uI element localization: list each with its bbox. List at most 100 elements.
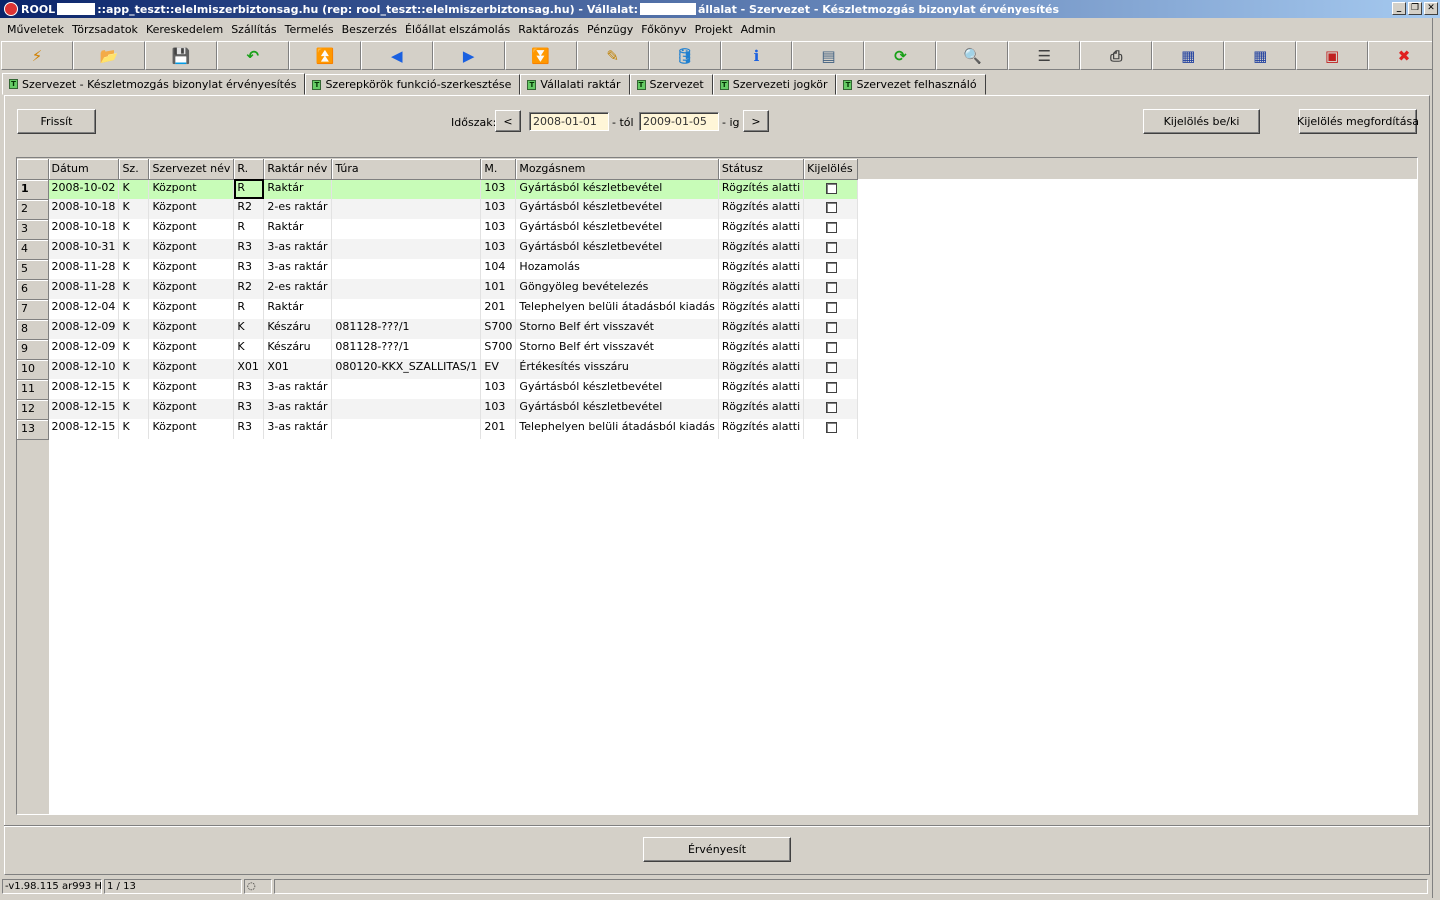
- table-cell[interactable]: X01: [233, 359, 265, 379]
- row-number[interactable]: 7: [17, 299, 49, 320]
- row-number[interactable]: 2: [17, 199, 49, 220]
- table-cell[interactable]: Gyártásból készletbevétel: [515, 399, 719, 419]
- table-cell[interactable]: [331, 279, 482, 299]
- grid-export-button[interactable]: ▦: [1152, 41, 1225, 70]
- table-cell[interactable]: [331, 219, 482, 239]
- table-cell[interactable]: Központ: [148, 399, 235, 419]
- table-cell[interactable]: K: [118, 179, 150, 199]
- table-cell[interactable]: K: [118, 319, 150, 339]
- close-button[interactable]: ✖: [1368, 41, 1440, 70]
- table-cell[interactable]: 101: [480, 279, 517, 299]
- close-window-button[interactable]: ✕: [1424, 2, 1438, 15]
- table-cell[interactable]: R2: [233, 199, 265, 219]
- refresh-button[interactable]: Frissít: [17, 109, 96, 134]
- save-button[interactable]: 💾: [144, 41, 217, 70]
- table-cell[interactable]: [331, 179, 482, 199]
- table-cell[interactable]: K: [233, 339, 265, 359]
- column-header[interactable]: Dátum: [48, 159, 120, 180]
- column-header[interactable]: Mozgásnem: [515, 159, 719, 180]
- menu-item[interactable]: Kereskedelem: [142, 23, 227, 36]
- select-checkbox[interactable]: [826, 262, 838, 273]
- table-cell[interactable]: 2008-12-15: [48, 399, 120, 419]
- select-checkbox[interactable]: [826, 182, 838, 194]
- table-cell[interactable]: [331, 379, 482, 399]
- table-row[interactable]: 12 2008-12-15 K Központ R3 3-as raktár 103 Gyár…: [17, 399, 859, 420]
- table-cell[interactable]: R: [233, 219, 265, 239]
- table-cell[interactable]: Rögzítés alatti: [718, 259, 805, 279]
- rows-button[interactable]: ☰: [1008, 41, 1081, 70]
- table-row[interactable]: 11 2008-12-15 K Központ R3 3-as raktár 103 Gyár…: [17, 379, 859, 400]
- menu-item[interactable]: Raktározás: [514, 23, 583, 36]
- date-to-input[interactable]: 2009-01-05: [639, 112, 719, 131]
- prev-period-button[interactable]: <: [495, 110, 521, 132]
- menu-item[interactable]: Műveletek: [3, 23, 68, 36]
- tab[interactable]: T Szervezet: [629, 74, 713, 95]
- select-checkbox[interactable]: [826, 302, 838, 313]
- table-cell[interactable]: K: [118, 379, 150, 399]
- table-cell[interactable]: 103: [480, 379, 517, 399]
- table-cell[interactable]: 2008-12-04: [48, 299, 120, 319]
- invert-selection-button[interactable]: Kijelölés megfordítása: [1297, 109, 1419, 134]
- table-cell[interactable]: Központ: [148, 219, 235, 239]
- table-cell[interactable]: R3: [233, 419, 265, 439]
- table-cell[interactable]: 2008-11-28: [48, 259, 120, 279]
- row-number[interactable]: 1: [17, 179, 49, 200]
- undo-arrow-button[interactable]: ↶: [216, 41, 289, 70]
- table-cell[interactable]: 103: [480, 219, 517, 239]
- lightning-button[interactable]: ⚡: [1, 41, 73, 70]
- database-button[interactable]: 🛢: [648, 41, 721, 70]
- table-cell[interactable]: R3: [233, 239, 265, 259]
- tab[interactable]: T Vállalati raktár: [520, 74, 630, 95]
- table-cell[interactable]: Raktár: [263, 219, 333, 239]
- table-cell[interactable]: 3-as raktár: [263, 419, 333, 439]
- row-number[interactable]: 10: [17, 359, 49, 380]
- table-cell[interactable]: Raktár: [263, 299, 333, 319]
- row-number[interactable]: 4: [17, 239, 49, 260]
- minimize-button[interactable]: _: [1392, 2, 1406, 15]
- select-checkbox[interactable]: [826, 382, 838, 393]
- table-cell[interactable]: Központ: [148, 419, 235, 439]
- table-cell[interactable]: S700: [480, 319, 517, 339]
- table-row[interactable]: 3 2008-10-18 K Központ R Raktár 103 Gyártásból …: [17, 219, 859, 240]
- table-cell[interactable]: R3: [233, 399, 265, 419]
- tab[interactable]: T Szervezeti jogkör: [712, 74, 837, 95]
- table-cell[interactable]: K: [118, 339, 150, 359]
- table-cell[interactable]: 2008-12-09: [48, 339, 120, 359]
- table-cell[interactable]: Rögzítés alatti: [718, 279, 805, 299]
- menu-item[interactable]: Törzsadatok: [68, 23, 142, 36]
- table-row[interactable]: 4 2008-10-31 K Központ R3 3-as raktár 103 Gyárt…: [17, 239, 859, 260]
- table-cell[interactable]: EV: [480, 359, 517, 379]
- column-header[interactable]: Sz.: [118, 159, 150, 180]
- row-number[interactable]: 13: [17, 419, 49, 440]
- table-cell[interactable]: Központ: [148, 179, 235, 199]
- row-number[interactable]: 12: [17, 399, 49, 420]
- table-cell[interactable]: 081128-???/1: [331, 339, 482, 359]
- table-cell[interactable]: Gyártásból készletbevétel: [515, 219, 719, 239]
- tab[interactable]: T Szervezet - Készletmozgás bizonylat érv…: [2, 73, 306, 95]
- table-cell[interactable]: Storno Belf ért visszavét: [515, 339, 719, 359]
- table-cell[interactable]: 2008-11-28: [48, 279, 120, 299]
- table-cell[interactable]: K: [233, 319, 265, 339]
- table-cell[interactable]: Gyártásból készletbevétel: [515, 379, 719, 399]
- table-cell[interactable]: 201: [480, 299, 517, 319]
- next-record-button[interactable]: ▶: [432, 41, 505, 70]
- table-cell[interactable]: K: [118, 239, 150, 259]
- edit-button[interactable]: ✎: [576, 41, 649, 70]
- data-grid[interactable]: Dátum Sz. Szervezet név R. Raktár név Túra M. M…: [16, 157, 1418, 815]
- menu-item[interactable]: Termelés: [281, 23, 338, 36]
- table-cell[interactable]: 2008-10-31: [48, 239, 120, 259]
- fullscreen-button[interactable]: ▣: [1296, 41, 1369, 70]
- refresh-button[interactable]: ⟳: [864, 41, 937, 70]
- table-cell[interactable]: K: [118, 299, 150, 319]
- table-cell[interactable]: K: [118, 399, 150, 419]
- menu-item[interactable]: Főkönyv: [637, 23, 690, 36]
- restore-button[interactable]: ❐: [1408, 2, 1422, 15]
- menu-item[interactable]: Beszerzés: [338, 23, 401, 36]
- table-cell[interactable]: 2008-12-15: [48, 379, 120, 399]
- select-checkbox[interactable]: [826, 202, 838, 213]
- table-cell[interactable]: [331, 419, 482, 439]
- row-number[interactable]: 9: [17, 339, 49, 360]
- menu-item[interactable]: Élőállat elszámolás: [401, 23, 514, 36]
- next-period-button[interactable]: >: [743, 110, 769, 132]
- table-cell[interactable]: Hozamolás: [515, 259, 719, 279]
